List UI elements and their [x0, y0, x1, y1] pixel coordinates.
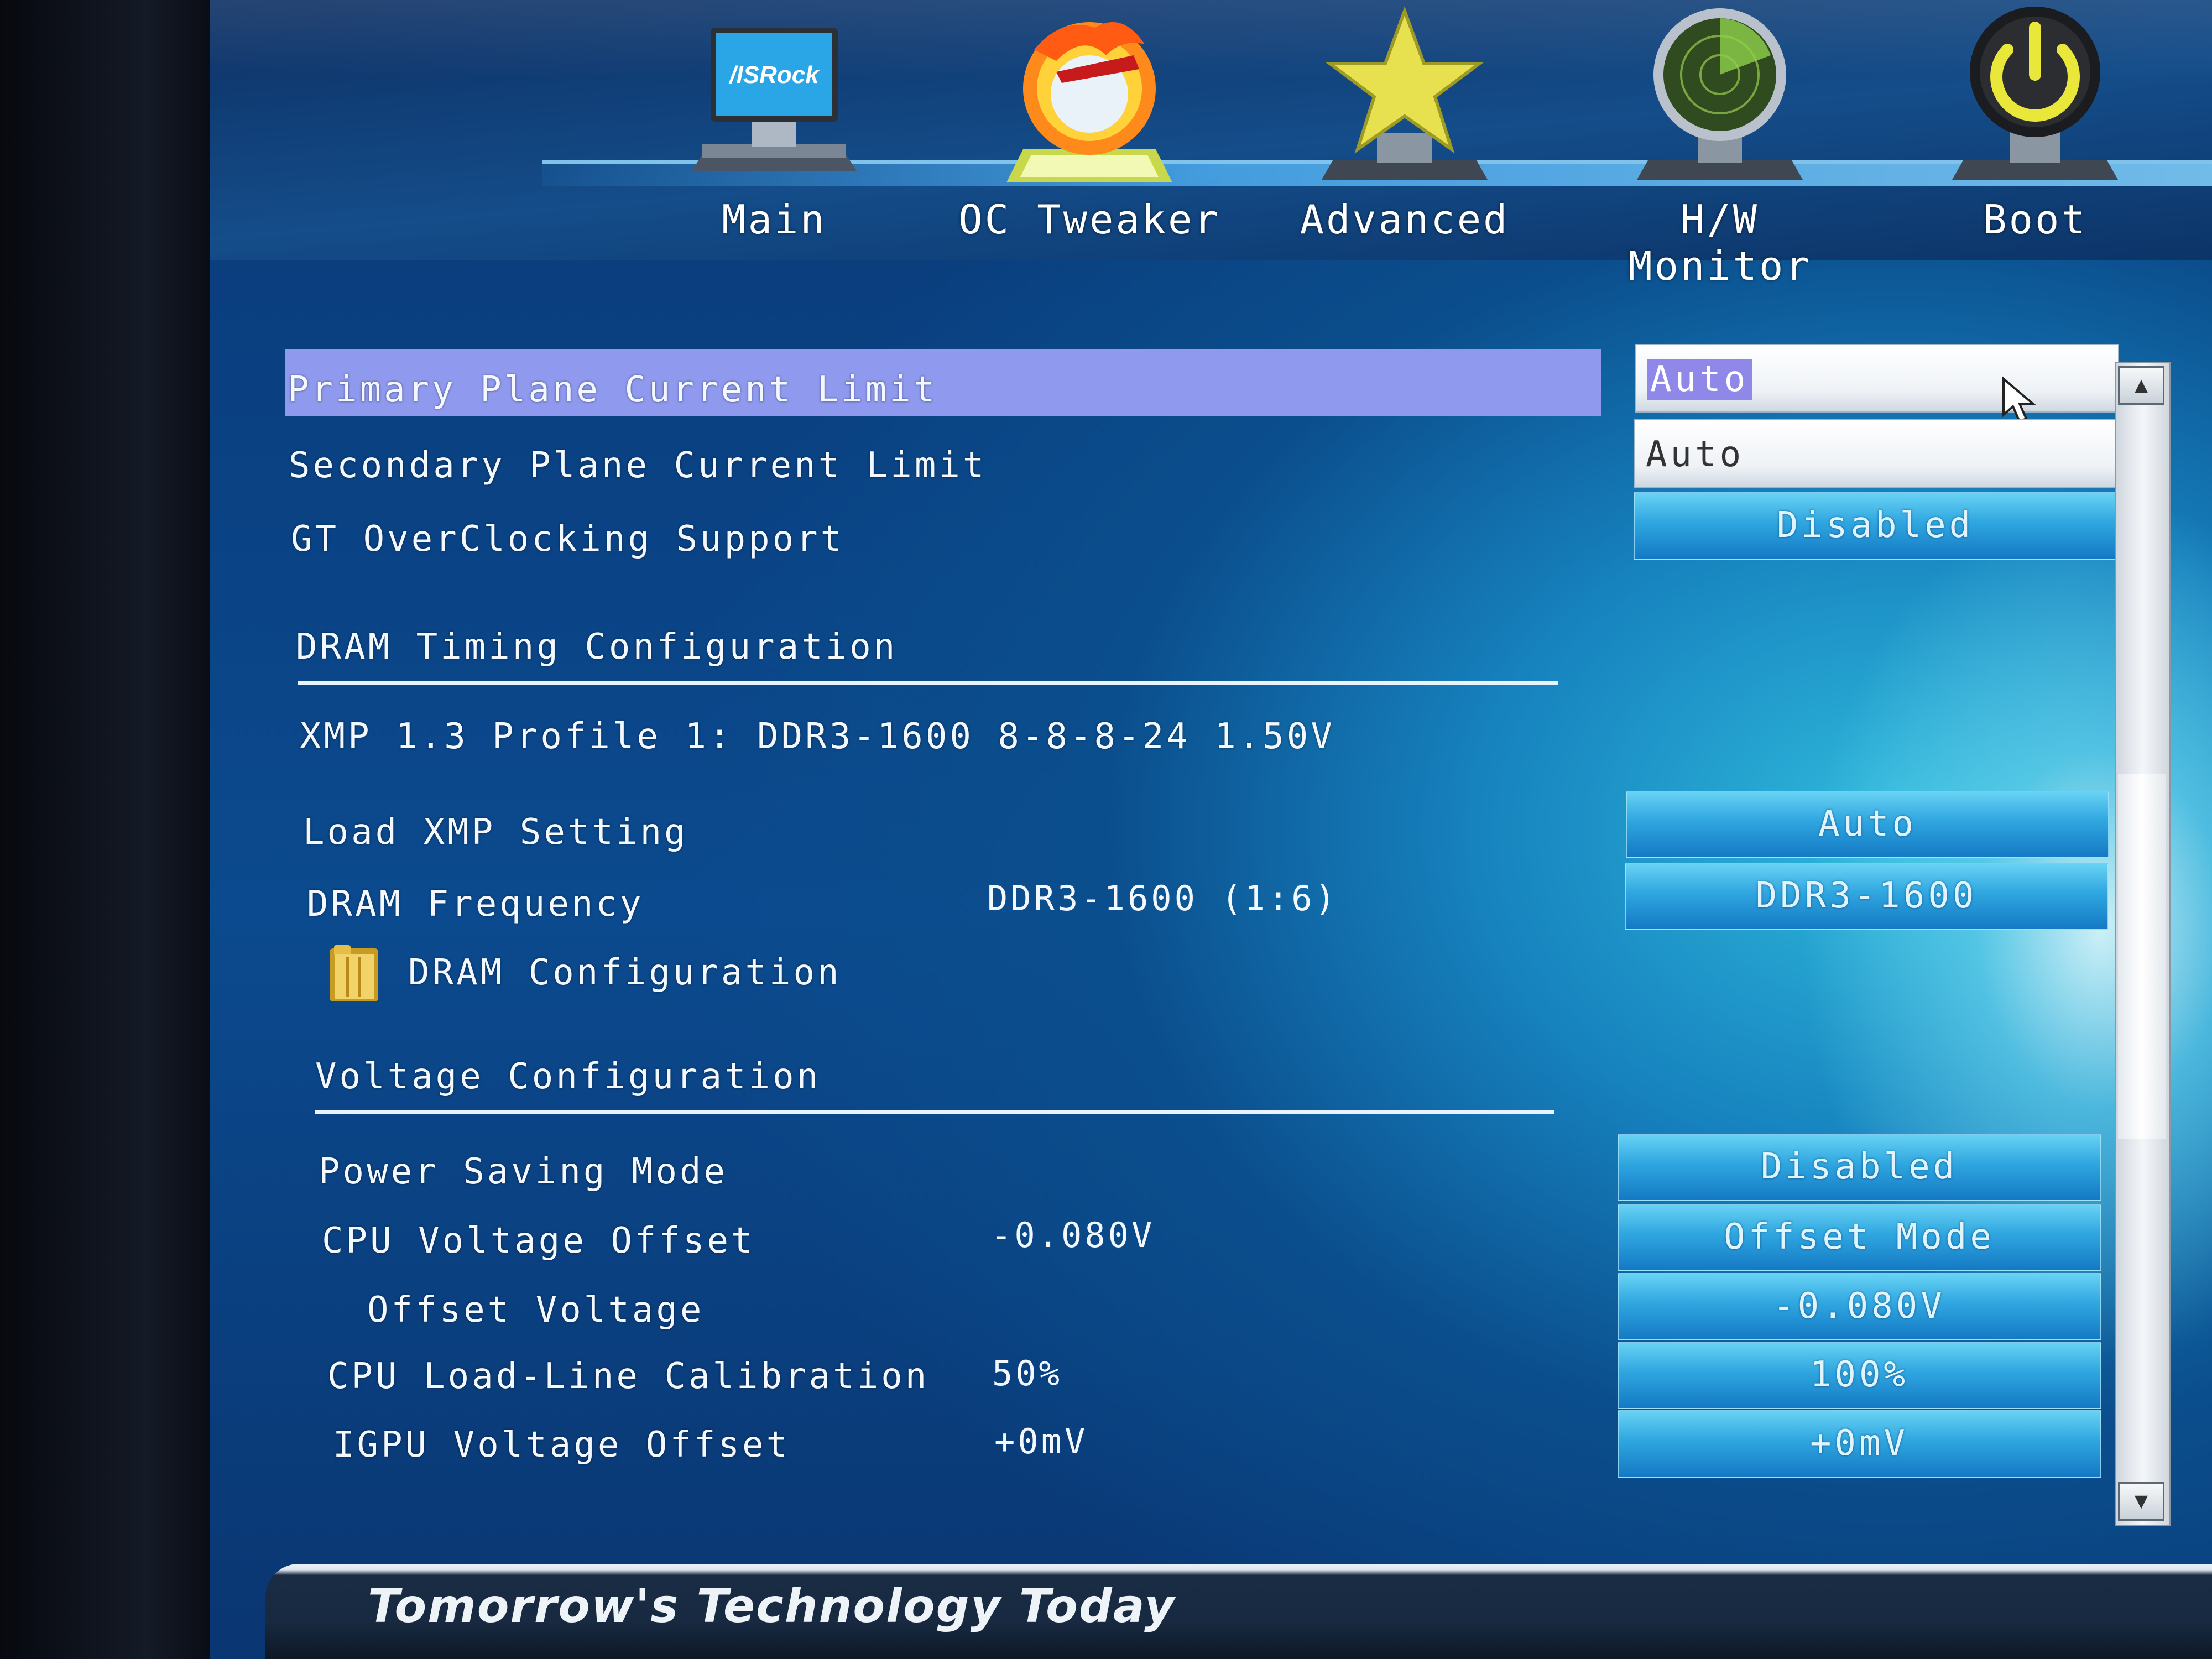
cpu-llc-label[interactable]: CPU Load-Line Calibration — [327, 1356, 929, 1397]
igpu-voltage-offset-label[interactable]: IGPU Voltage Offset — [333, 1425, 790, 1465]
offset-voltage-label[interactable]: Offset Voltage — [367, 1290, 704, 1331]
dram-frequency-current: DDR3-1600 (1:6) — [987, 878, 1338, 919]
tab-advanced[interactable]: Advanced — [1261, 0, 1548, 254]
dram-configuration-submenu[interactable]: DRAM Configuration — [408, 952, 842, 993]
bios-screen: /ISRock Main OC Tweaker Advanced H/W Mon… — [210, 0, 2212, 1659]
offset-voltage-input[interactable]: -0.080V — [1618, 1273, 2101, 1340]
gt-overclocking-support-select[interactable]: Disabled — [1634, 492, 2117, 560]
tab-main-label: Main — [722, 196, 827, 243]
secondary-plane-current-limit-label[interactable]: Secondary Plane Current Limit — [289, 445, 987, 486]
power-saving-mode-label[interactable]: Power Saving Mode — [319, 1151, 728, 1192]
mouse-cursor-icon — [2002, 376, 2036, 423]
tab-hw-monitor-label: H/W Monitor — [1628, 196, 1812, 289]
dram-timing-section-title: DRAM Timing Configuration — [296, 627, 898, 667]
power-icon — [1952, 7, 2118, 180]
cpu-voltage-offset-current: -0.080V — [991, 1215, 1155, 1255]
footer-tagline: Tomorrow's Technology Today — [368, 1579, 1176, 1633]
radar-icon — [1637, 8, 1803, 180]
cpu-llc-current: 50% — [992, 1353, 1062, 1394]
scroll-down-arrow-icon[interactable]: ▼ — [2118, 1482, 2164, 1521]
folder-icon — [330, 945, 378, 1001]
flame-gauge-icon — [1006, 22, 1172, 182]
tab-advanced-label: Advanced — [1300, 196, 1510, 243]
star-icon — [1322, 6, 1488, 180]
dram-frequency-label[interactable]: DRAM Frequency — [307, 884, 644, 925]
tab-oc-tweaker-label: OC Tweaker — [958, 196, 1220, 243]
svg-text:/ISRock: /ISRock — [728, 61, 820, 88]
primary-plane-current-limit-label[interactable]: Primary Plane Current Limit — [288, 369, 937, 410]
tab-main[interactable]: /ISRock Main — [630, 0, 918, 254]
igpu-voltage-offset-input[interactable]: +0mV — [1618, 1410, 2101, 1478]
secondary-plane-current-limit-input[interactable]: Auto — [1634, 419, 2118, 488]
load-xmp-setting-select[interactable]: Auto — [1626, 791, 2109, 858]
tab-oc-tweaker[interactable]: OC Tweaker — [946, 0, 1233, 254]
asrock-monitor-icon: /ISRock — [691, 28, 857, 171]
primary-plane-current-limit-input[interactable]: Auto — [1635, 344, 2119, 413]
xmp-profile-info: XMP 1.3 Profile 1: DDR3-1600 8-8-8-24 1.… — [300, 716, 1335, 757]
dram-section-divider — [298, 681, 1558, 685]
igpu-voltage-offset-current: +0mV — [994, 1421, 1088, 1462]
tab-boot-label: Boot — [1983, 196, 2088, 243]
gt-overclocking-support-label[interactable]: GT OverClocking Support — [291, 519, 844, 560]
cpu-voltage-offset-mode-select[interactable]: Offset Mode — [1618, 1204, 2101, 1271]
cpu-voltage-offset-label[interactable]: CPU Voltage Offset — [322, 1220, 755, 1261]
monitor-bezel — [0, 0, 210, 1659]
scroll-up-arrow-icon[interactable]: ▲ — [2118, 366, 2164, 405]
voltage-section-divider — [315, 1110, 1554, 1114]
tab-hw-monitor[interactable]: H/W Monitor — [1576, 0, 1864, 289]
tab-boot[interactable]: Boot — [1891, 0, 2179, 254]
scrollbar-thumb[interactable] — [2118, 774, 2166, 1139]
voltage-section-title: Voltage Configuration — [315, 1056, 821, 1097]
power-saving-mode-select[interactable]: Disabled — [1618, 1134, 2101, 1201]
cpu-llc-select[interactable]: 100% — [1618, 1342, 2101, 1409]
dram-frequency-select[interactable]: DDR3-1600 — [1625, 863, 2108, 930]
load-xmp-setting-label[interactable]: Load XMP Setting — [303, 812, 688, 853]
